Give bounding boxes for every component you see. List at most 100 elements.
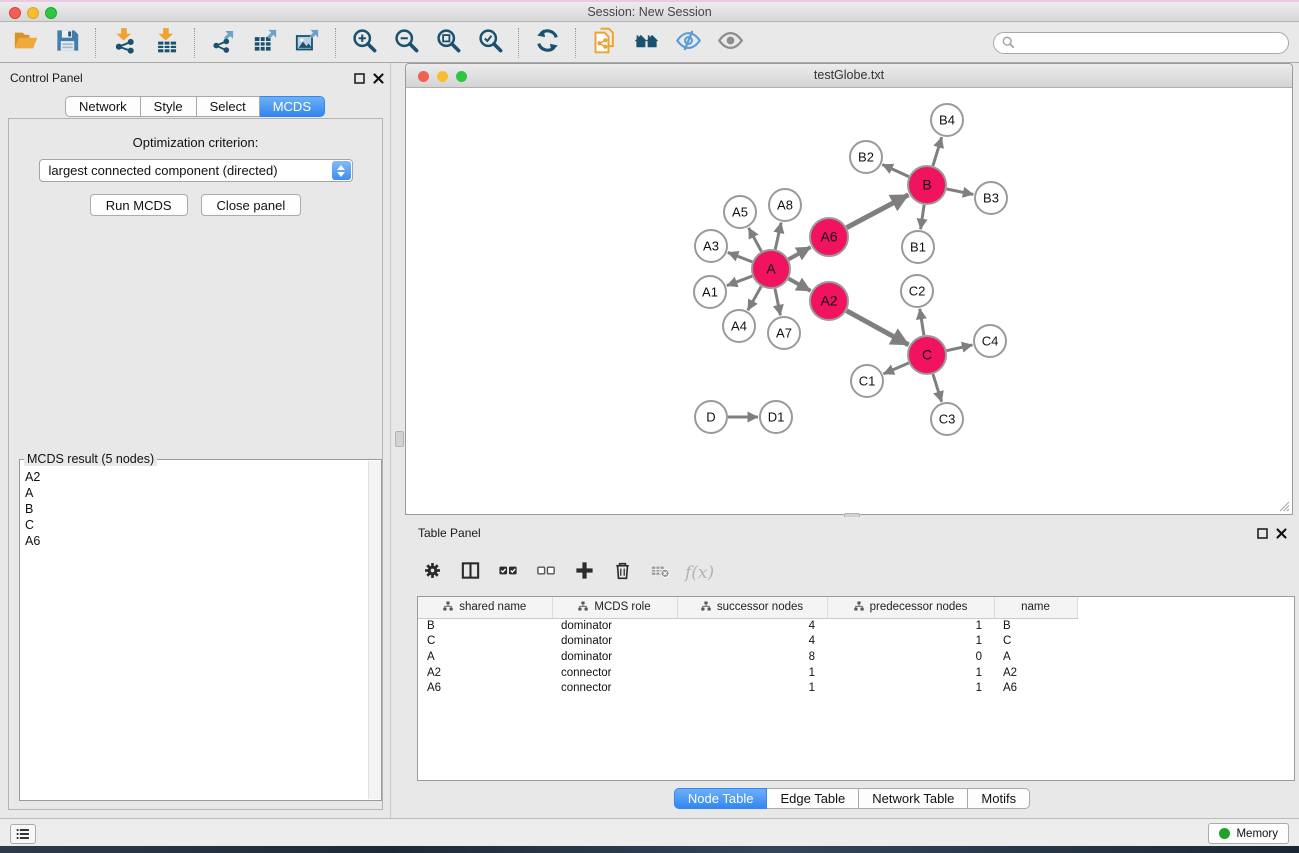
- graph-node-B2[interactable]: B2: [850, 141, 882, 173]
- list-item[interactable]: B: [25, 501, 381, 517]
- network-graph[interactable]: B4 B2 B B3 B1 A5 A8 A6 A3 A A1 A2 C2 A4 A7 C4 C C1 C3 D D1: [406, 88, 1292, 514]
- graph-node-C2[interactable]: C2: [901, 275, 933, 307]
- mcds-result-list[interactable]: A2 A B C A6: [20, 460, 381, 800]
- hide-details-button[interactable]: [667, 26, 709, 60]
- scrollbar-track[interactable]: [368, 461, 381, 799]
- refresh-button[interactable]: [526, 26, 568, 60]
- close-panel-icon[interactable]: [1276, 526, 1287, 544]
- export-table-button[interactable]: [244, 26, 286, 60]
- vertical-splitter-handle[interactable]: [395, 431, 404, 447]
- column-header-mcds-role[interactable]: MCDS role: [552, 597, 677, 618]
- column-header-successor-nodes[interactable]: successor nodes: [677, 597, 827, 618]
- graph-node-D[interactable]: D: [695, 401, 727, 433]
- search-box[interactable]: [993, 32, 1289, 54]
- graph-node-A4[interactable]: A4: [723, 310, 755, 342]
- zoom-fit-button[interactable]: [427, 26, 469, 60]
- search-input[interactable]: [1020, 36, 1280, 50]
- home-view-button[interactable]: [625, 26, 667, 60]
- import-network-button[interactable]: [103, 26, 145, 60]
- graph-node-B3[interactable]: B3: [975, 182, 1007, 214]
- graph-node-D1[interactable]: D1: [760, 401, 792, 433]
- tab-network-table[interactable]: Network Table: [859, 788, 968, 809]
- export-network-button[interactable]: [202, 26, 244, 60]
- graph-edge-A-A6[interactable]: [789, 247, 811, 259]
- tab-motifs[interactable]: Motifs: [968, 788, 1030, 809]
- graph-node-A2[interactable]: A2: [810, 282, 848, 320]
- graph-node-A5[interactable]: A5: [724, 196, 756, 228]
- resize-grip-icon[interactable]: [1277, 499, 1290, 512]
- show-details-button[interactable]: [709, 26, 751, 60]
- function-builder-button[interactable]: f(x): [683, 563, 714, 583]
- network-canvas[interactable]: B4 B2 B B3 B1 A5 A8 A6 A3 A A1 A2 C2 A4 A7 C4 C C1 C3 D D1: [406, 88, 1292, 514]
- import-table-button[interactable]: [145, 26, 187, 60]
- graph-node-A3[interactable]: A3: [695, 230, 727, 262]
- create-column-button[interactable]: [569, 558, 599, 588]
- tab-select[interactable]: Select: [197, 96, 260, 117]
- graph-edge-A-A4[interactable]: [748, 286, 761, 310]
- close-panel-button[interactable]: Close panel: [201, 194, 302, 216]
- network-window-titlebar[interactable]: testGlobe.txt: [406, 64, 1292, 88]
- graph-node-C4[interactable]: C4: [974, 325, 1006, 357]
- tab-mcds[interactable]: MCDS: [260, 96, 325, 117]
- graph-edge-A-A2[interactable]: [789, 279, 811, 291]
- unselect-all-columns-button[interactable]: [531, 558, 561, 588]
- table-row[interactable]: A2connector11A2: [418, 665, 1294, 681]
- graph-node-A1[interactable]: A1: [694, 276, 726, 308]
- graph-edge-A2-C[interactable]: [847, 311, 909, 345]
- zoom-out-button[interactable]: [385, 26, 427, 60]
- graph-node-A[interactable]: A: [752, 250, 790, 288]
- task-history-button[interactable]: [10, 824, 36, 844]
- list-item[interactable]: A: [25, 485, 381, 501]
- select-all-columns-button[interactable]: [493, 558, 523, 588]
- run-mcds-button[interactable]: Run MCDS: [90, 194, 188, 216]
- table-row[interactable]: A6connector11A6: [418, 680, 1294, 696]
- graph-edge-B-B4[interactable]: [933, 137, 942, 166]
- graph-node-B4[interactable]: B4: [931, 104, 963, 136]
- zoom-selected-button[interactable]: [469, 26, 511, 60]
- graph-edge-C-C3[interactable]: [933, 374, 942, 402]
- open-session-button[interactable]: [4, 26, 46, 60]
- graph-node-C[interactable]: C: [908, 336, 946, 374]
- list-item[interactable]: A6: [25, 533, 381, 549]
- list-item[interactable]: A2: [25, 469, 381, 485]
- node-table[interactable]: shared name MCDS role successor nodes pr…: [417, 596, 1295, 781]
- graph-edge-A-A1[interactable]: [727, 276, 752, 286]
- network-from-document-button[interactable]: [583, 26, 625, 60]
- graph-edge-B-B1[interactable]: [921, 205, 925, 229]
- memory-button[interactable]: Memory: [1208, 823, 1289, 844]
- show-columns-button[interactable]: [455, 558, 485, 588]
- optimization-criterion-dropdown[interactable]: largest connected component (directed): [39, 159, 353, 182]
- export-image-button[interactable]: [286, 26, 328, 60]
- delete-column-button[interactable]: [607, 558, 637, 588]
- float-panel-icon[interactable]: [354, 71, 365, 89]
- graph-edge-A6-B[interactable]: [847, 195, 909, 228]
- graph-edge-C-C4[interactable]: [947, 345, 973, 351]
- graph-node-B1[interactable]: B1: [902, 231, 934, 263]
- graph-edge-C-C1[interactable]: [884, 363, 909, 374]
- graph-node-C3[interactable]: C3: [931, 403, 963, 435]
- table-row[interactable]: Cdominator41C: [418, 634, 1294, 650]
- tab-node-table[interactable]: Node Table: [674, 788, 768, 809]
- table-row[interactable]: Bdominator41B: [418, 618, 1294, 634]
- graph-node-A8[interactable]: A8: [769, 189, 801, 221]
- graph-edge-A-A5[interactable]: [749, 228, 762, 252]
- graph-edge-B-B3[interactable]: [947, 189, 974, 194]
- tab-network[interactable]: Network: [65, 96, 141, 117]
- delete-table-button[interactable]: [645, 558, 675, 588]
- zoom-in-button[interactable]: [343, 26, 385, 60]
- tab-style[interactable]: Style: [141, 96, 197, 117]
- table-settings-button[interactable]: [417, 558, 447, 588]
- graph-edge-A-A8[interactable]: [775, 223, 781, 250]
- graph-node-A6[interactable]: A6: [810, 218, 848, 256]
- graph-edge-C-C2[interactable]: [920, 309, 924, 335]
- graph-node-C1[interactable]: C1: [851, 365, 883, 397]
- graph-node-A7[interactable]: A7: [768, 317, 800, 349]
- column-header-shared-name[interactable]: shared name: [418, 597, 552, 618]
- column-header-predecessor-nodes[interactable]: predecessor nodes: [827, 597, 994, 618]
- column-header-name[interactable]: name: [994, 597, 1077, 618]
- graph-node-B[interactable]: B: [908, 166, 946, 204]
- tab-edge-table[interactable]: Edge Table: [767, 788, 859, 809]
- close-panel-icon[interactable]: [373, 71, 384, 89]
- list-item[interactable]: C: [25, 517, 381, 533]
- save-session-button[interactable]: [46, 26, 88, 60]
